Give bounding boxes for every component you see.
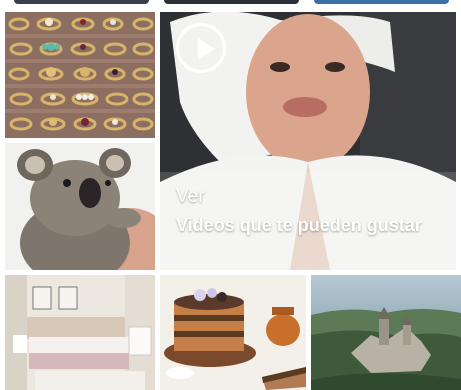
cake-photo (160, 275, 306, 390)
top-strip (0, 0, 461, 8)
previous-row-tile-edge (14, 0, 149, 4)
rings-photo-tile[interactable] (5, 12, 155, 138)
bedroom-photo-tile[interactable] (5, 275, 155, 390)
koala-photo-tile[interactable] (5, 143, 155, 270)
play-icon[interactable] (176, 23, 226, 73)
bedroom-photo (5, 275, 155, 390)
rings-photo (5, 12, 155, 138)
previous-row-tile-edge (164, 0, 299, 4)
video-caption[interactable]: Videos que te pueden gustar (176, 213, 446, 238)
video-action-label[interactable]: Ver (176, 186, 205, 208)
castle-photo-tile[interactable] (311, 275, 461, 390)
koala-photo (5, 143, 155, 270)
previous-row-tile-edge (314, 0, 449, 4)
castle-photo (311, 275, 461, 390)
cake-photo-tile[interactable] (160, 275, 306, 390)
video-tile[interactable]: Ver Videos que te pueden gustar (160, 12, 456, 270)
